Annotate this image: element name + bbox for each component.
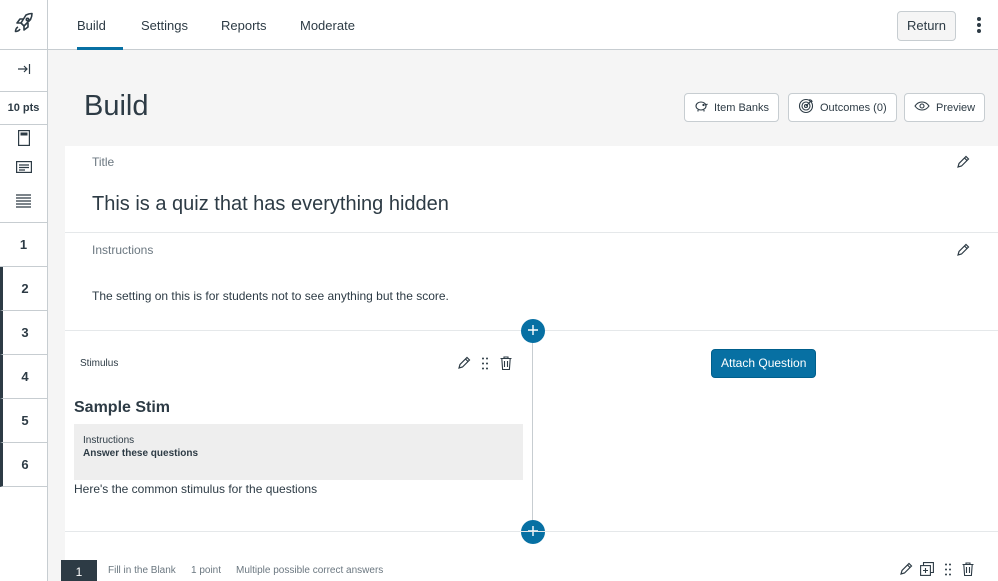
question-points: 1 point <box>191 565 222 576</box>
question-rail: 10 pts 1 2 3 4 5 6 <box>0 50 48 581</box>
question-scoring: Multiple possible correct answers <box>236 565 384 576</box>
question-number: 1 <box>75 565 83 579</box>
question-number: 4 <box>21 369 29 384</box>
target-icon <box>798 98 820 117</box>
expand-icon <box>17 63 31 78</box>
card-icon <box>15 160 32 176</box>
title-label: Title <box>92 155 115 169</box>
rail-question-6[interactable]: 6 <box>0 443 47 487</box>
piggy-bank-icon <box>694 100 714 115</box>
return-button[interactable]: Return <box>896 11 956 41</box>
divider <box>65 232 998 233</box>
rail-title-item[interactable] <box>0 125 47 153</box>
stimulus-instructions-box: Instructions Answer these questions <box>74 424 523 480</box>
trash-icon[interactable] <box>962 562 974 581</box>
tab-label: Settings <box>141 18 188 33</box>
stimulus-divider-line <box>532 342 533 532</box>
item-banks-button[interactable]: Item Banks <box>684 93 780 122</box>
stimulus-instructions-label: Instructions <box>83 435 135 446</box>
copy-icon[interactable] <box>920 562 934 581</box>
pencil-icon[interactable] <box>457 356 471 375</box>
attach-question-button[interactable]: Attach Question <box>711 349 817 378</box>
more-vertical-icon[interactable] <box>972 14 986 36</box>
pencil-icon[interactable] <box>956 155 970 174</box>
stimulus-title: Sample Stim <box>74 399 171 416</box>
add-item-button[interactable] <box>521 520 545 544</box>
points-label: 10 pts <box>7 102 40 114</box>
preview-button[interactable]: Preview <box>904 93 986 122</box>
doc-icon <box>17 129 30 149</box>
question-number: 2 <box>21 281 29 296</box>
rail-question-4[interactable]: 4 <box>0 355 47 399</box>
tab-settings[interactable]: Settings <box>141 0 188 50</box>
instructions-label: Instructions <box>92 243 154 257</box>
stimulus-body: Here's the common stimulus for the quest… <box>74 482 318 496</box>
rail-instructions-item[interactable] <box>0 153 47 183</box>
tab-label: Moderate <box>300 18 355 33</box>
tab-reports[interactable]: Reports <box>221 0 267 50</box>
pencil-icon[interactable] <box>899 562 913 581</box>
app-logo[interactable] <box>0 0 48 50</box>
quiz-title[interactable]: This is a quiz that has everything hidde… <box>92 193 449 216</box>
quiz-content-card: Title This is a quiz that has everything… <box>65 146 998 581</box>
preview-label: Preview <box>936 101 976 114</box>
rail-question-3[interactable]: 3 <box>0 311 47 355</box>
instructions-text[interactable]: The setting on this is for students not … <box>92 289 449 303</box>
list-icon <box>16 194 31 211</box>
add-item-button[interactable] <box>521 319 545 343</box>
points-total: 10 pts <box>0 92 47 125</box>
top-nav-bar: Build Settings Reports Moderate Return <box>0 0 998 50</box>
question-number: 5 <box>21 413 29 428</box>
plus-icon <box>528 322 538 340</box>
divider <box>65 531 998 532</box>
rail-question-5[interactable]: 5 <box>0 399 47 443</box>
question-number: 6 <box>21 457 29 472</box>
stimulus-instructions-text: Answer these questions <box>83 448 199 459</box>
tab-build[interactable]: Build <box>77 0 123 50</box>
stimulus-label: Stimulus <box>80 358 119 369</box>
question-number: 1 <box>19 237 28 252</box>
trash-icon[interactable] <box>500 356 512 375</box>
item-banks-label: Item Banks <box>714 101 770 114</box>
question-number: 3 <box>21 325 29 340</box>
question-number-badge: 1 <box>61 560 97 581</box>
rail-question-2[interactable]: 2 <box>0 267 47 311</box>
rail-question-1[interactable]: 1 <box>0 223 47 267</box>
question-type: Fill in the Blank <box>108 565 176 576</box>
drag-handle-icon[interactable] <box>482 357 488 375</box>
outcomes-button[interactable]: Outcomes (0) <box>788 93 897 122</box>
outcomes-label: Outcomes (0) <box>820 101 887 114</box>
plus-icon <box>528 523 538 541</box>
expand-rail-button[interactable] <box>0 50 47 92</box>
tab-label: Build <box>77 18 106 33</box>
drag-handle-icon[interactable] <box>945 563 951 581</box>
tab-label: Reports <box>221 18 267 33</box>
pencil-icon[interactable] <box>956 243 970 262</box>
tab-moderate[interactable]: Moderate <box>300 0 355 50</box>
page-title: Build <box>84 90 149 122</box>
rocket-icon <box>12 11 36 40</box>
rail-stimulus-item[interactable] <box>0 183 47 223</box>
eye-icon <box>914 101 936 114</box>
